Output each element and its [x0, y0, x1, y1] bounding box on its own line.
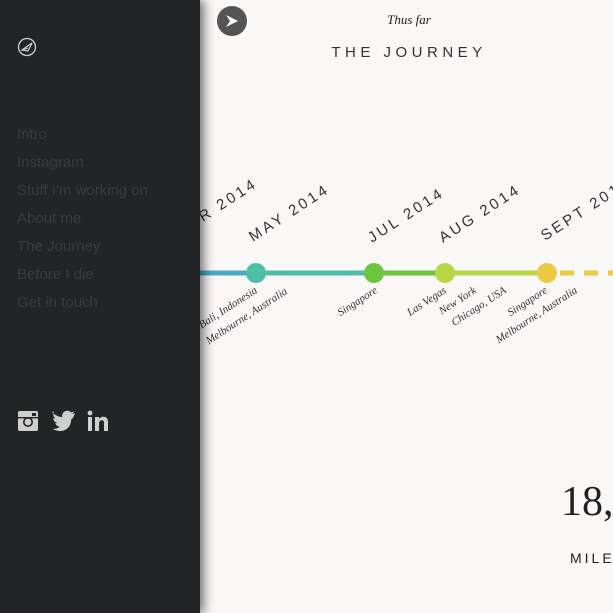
date-label-sept: SEPT 2014	[538, 174, 613, 245]
nav-item-intro[interactable]: Intro	[17, 125, 148, 153]
nav-item-instagram[interactable]: Instagram	[17, 153, 148, 181]
chevron-right-icon	[226, 15, 238, 27]
social-links	[17, 410, 111, 434]
timeline-node-may	[246, 263, 266, 283]
miles-count: 18,	[561, 479, 613, 525]
date-label-jul: JUL 2014	[365, 184, 448, 246]
timeline-node-aug	[435, 263, 455, 283]
date-label-apr: R 2014	[196, 175, 261, 225]
place-label: Singapore	[336, 284, 380, 319]
miles-label: MILE	[570, 550, 613, 566]
nav-item-about[interactable]: About me	[17, 209, 148, 237]
date-label-aug: AUG 2014	[436, 181, 524, 246]
nav-item-get-in-touch[interactable]: Get in touch	[17, 293, 148, 321]
nav-item-stuff[interactable]: Stuff I'm working on	[17, 181, 148, 209]
menu-toggle-button[interactable]	[217, 6, 247, 36]
timeline-node-sept	[537, 263, 557, 283]
nav-item-before-i-die[interactable]: Before I die	[17, 265, 148, 293]
instagram-icon[interactable]	[17, 410, 41, 434]
nav-item-journey[interactable]: The Journey	[17, 237, 148, 265]
logo-icon[interactable]	[17, 37, 37, 57]
linkedin-icon[interactable]	[87, 410, 111, 434]
timeline-node-jul	[364, 263, 384, 283]
sidebar: Intro Instagram Stuff I'm working on Abo…	[0, 0, 200, 613]
twitter-icon[interactable]	[52, 410, 76, 434]
sidebar-nav: Intro Instagram Stuff I'm working on Abo…	[17, 125, 148, 321]
